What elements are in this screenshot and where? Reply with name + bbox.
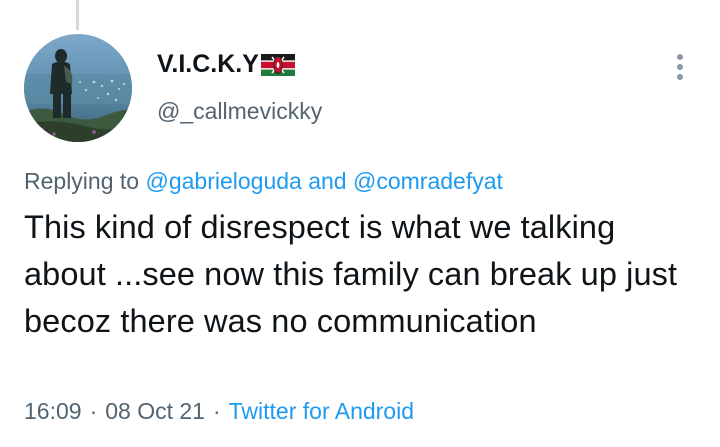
more-options-vertical-icon[interactable] — [668, 50, 692, 84]
display-name-text: V.I.C.K.Y — [157, 50, 259, 78]
kenya-flag-icon — [260, 53, 295, 76]
tweet-date[interactable]: 08 Oct 21 — [105, 398, 205, 424]
thread-connector-line — [76, 0, 79, 30]
tweet-time[interactable]: 16:09 — [24, 398, 82, 424]
dot — [677, 74, 683, 80]
separator: · — [212, 398, 221, 424]
avatar-image — [24, 34, 132, 142]
separator: · — [89, 398, 98, 424]
replying-prefix: Replying to — [24, 168, 140, 194]
display-name[interactable]: V.I.C.K.Y — [157, 50, 295, 79]
tweet-metadata: 16:09 · 08 Oct 21 · Twitter for Android — [24, 398, 414, 425]
avatar[interactable] — [24, 34, 132, 142]
reply-mention-comradefyat[interactable]: @comradefyat — [353, 168, 503, 194]
dot — [677, 54, 683, 60]
dot — [677, 64, 683, 70]
reply-conjunction[interactable]: and — [308, 168, 346, 194]
tweet-source-link[interactable]: Twitter for Android — [229, 398, 414, 424]
tweet-body-text: This kind of disrespect is what we talki… — [24, 209, 678, 339]
replying-to-line: Replying to @gabrieloguda and @comradefy… — [24, 168, 503, 195]
user-handle[interactable]: @_callmevickky — [157, 98, 322, 125]
reply-mention-gabrieloguda[interactable]: @gabrieloguda — [145, 168, 301, 194]
